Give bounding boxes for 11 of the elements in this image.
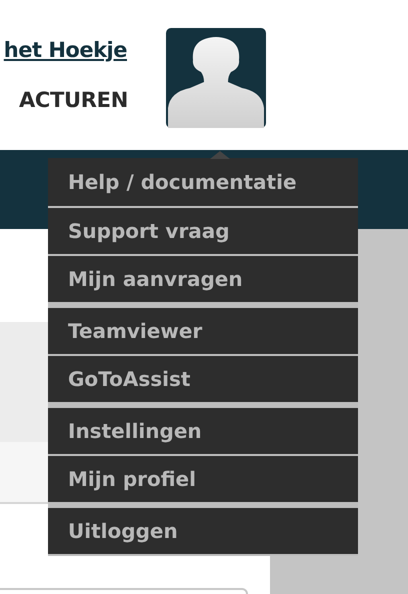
menu-item[interactable]: Help / documentatie (48, 158, 358, 206)
menu-item[interactable]: Mijn profiel (48, 456, 358, 502)
menu-item[interactable]: Support vraag (48, 208, 358, 254)
menu-item[interactable]: GoToAssist (48, 356, 358, 402)
menu-item[interactable]: Instellingen (48, 408, 358, 454)
account-link[interactable]: het Hoekje (4, 38, 127, 62)
menu-item[interactable]: Teamviewer (48, 308, 358, 354)
menu-item[interactable]: Mijn aanvragen (48, 256, 358, 302)
section-title: ACTUREN (18, 88, 128, 112)
avatar-icon[interactable] (166, 28, 266, 128)
menu-item[interactable]: Uitloggen (48, 508, 358, 554)
